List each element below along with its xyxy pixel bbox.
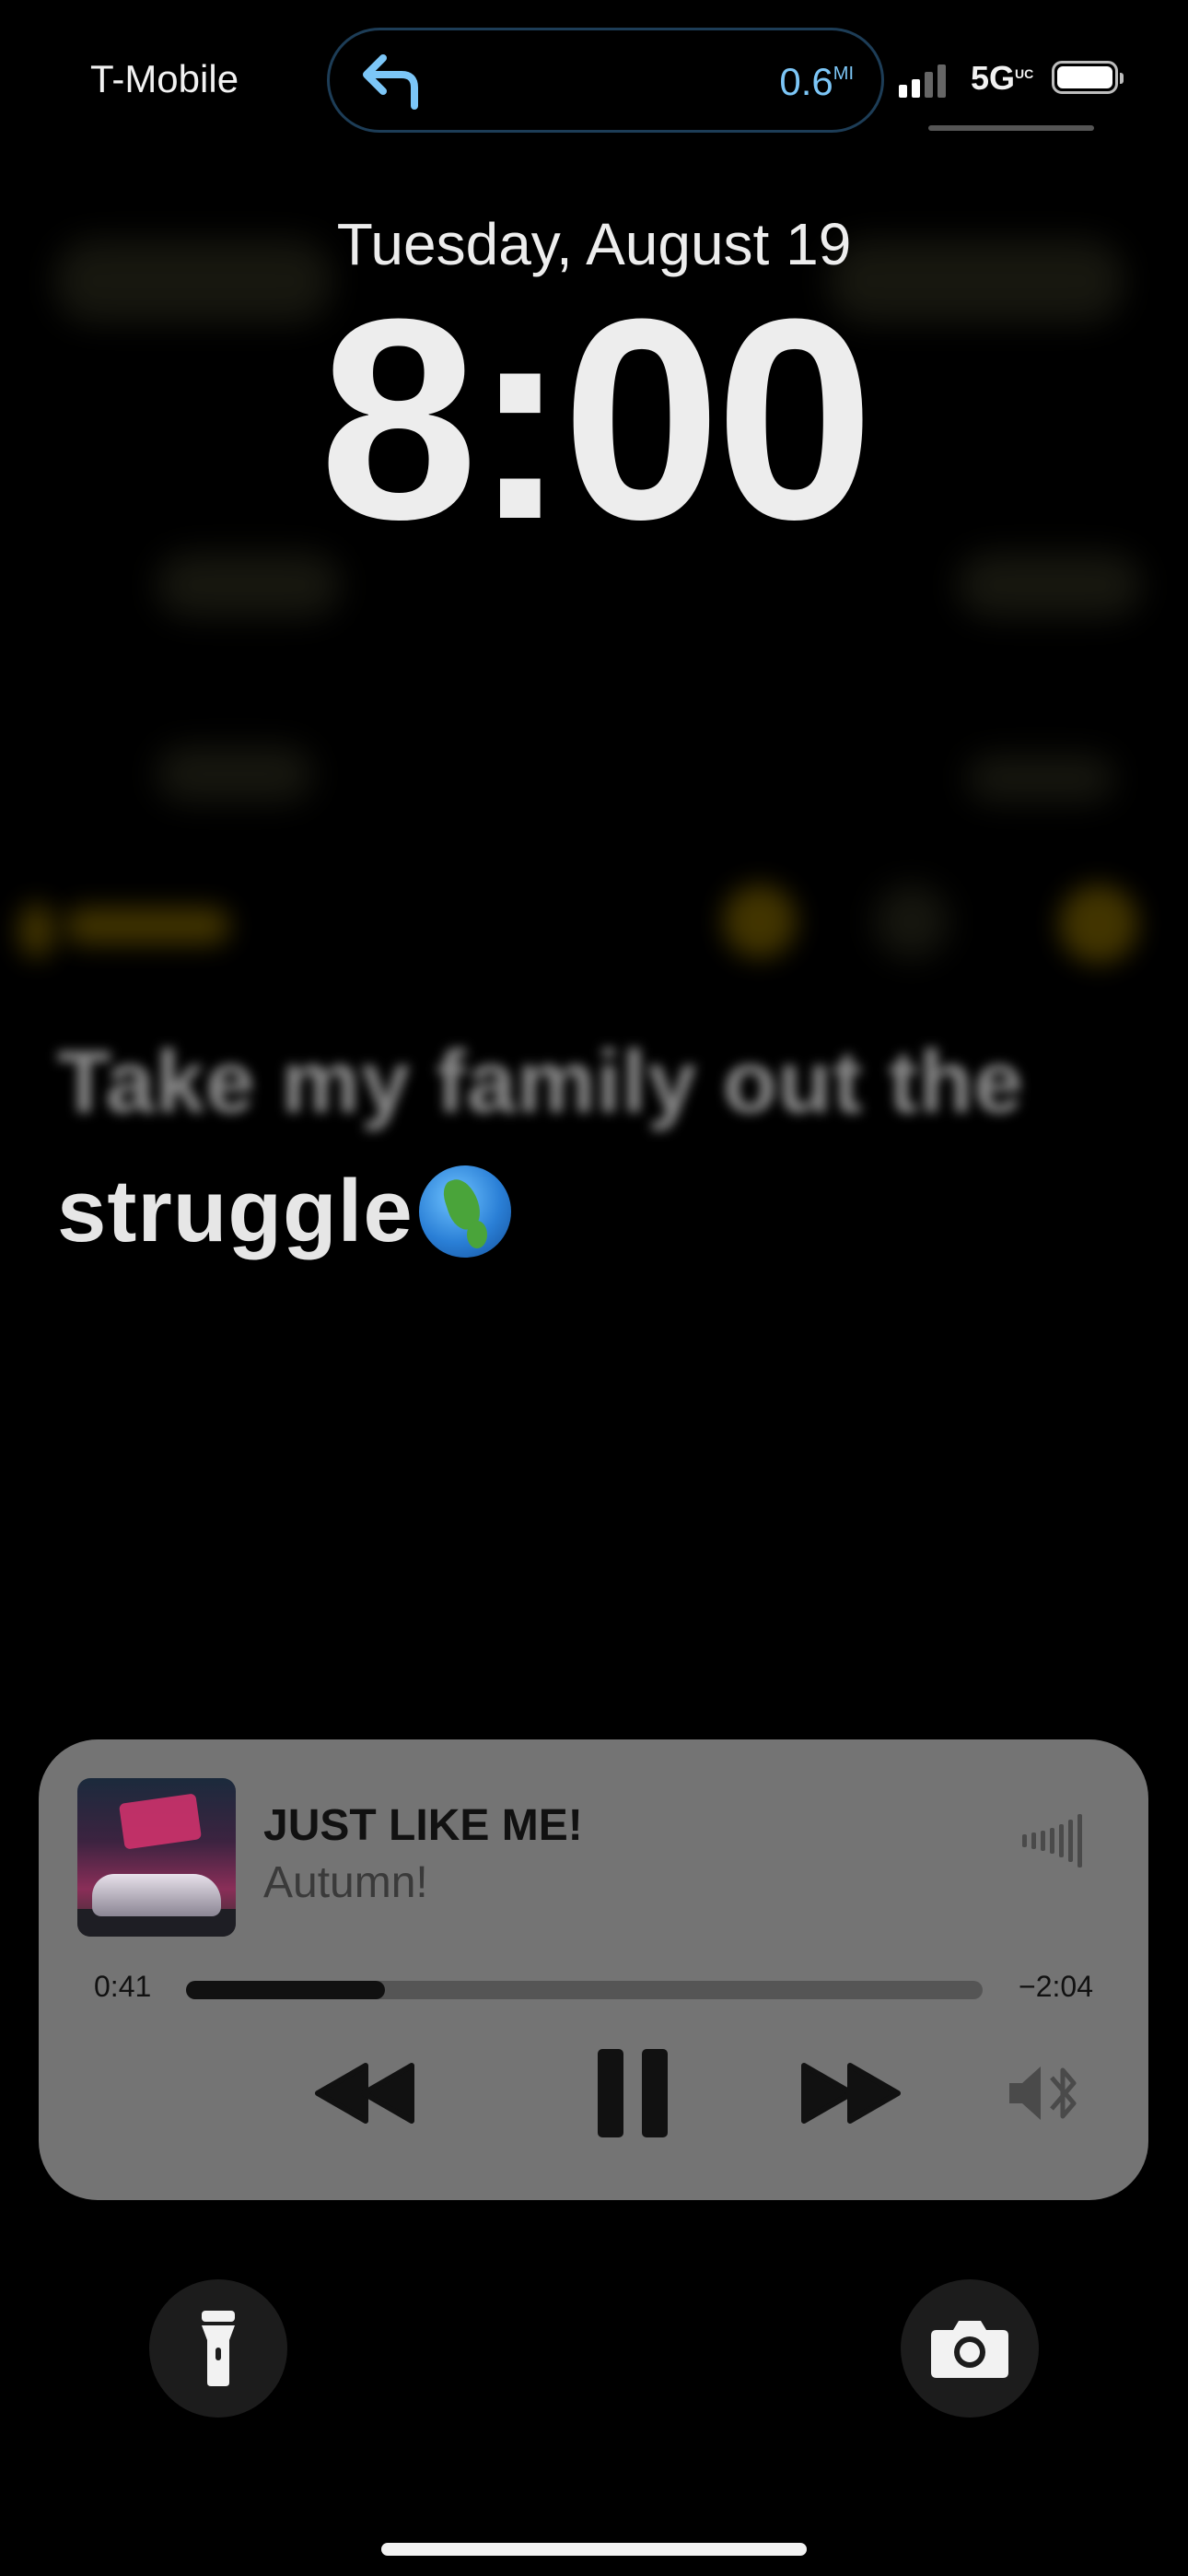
lyric-line-current: struggle bbox=[57, 1161, 511, 1262]
fast-forward-icon bbox=[801, 2063, 901, 2124]
elapsed-time: 0:41 bbox=[94, 1970, 152, 2003]
globe-americas-icon bbox=[418, 1165, 511, 1258]
album-artwork[interactable] bbox=[77, 1778, 236, 1937]
navigation-live-activity[interactable]: 0.6MI bbox=[327, 28, 884, 133]
audio-waveform-icon[interactable] bbox=[1022, 1813, 1082, 1868]
flashlight-icon bbox=[202, 2311, 235, 2386]
camera-icon bbox=[931, 2321, 1008, 2378]
lyric-line-blurred: Take my family out the bbox=[57, 1033, 1024, 1131]
camera-button[interactable] bbox=[901, 2279, 1039, 2418]
lyric-text: struggle bbox=[57, 1162, 413, 1260]
song-title: JUST LIKE ME! bbox=[263, 1801, 583, 1850]
network-label: 5G bbox=[971, 59, 1016, 97]
carrier-label: T-Mobile bbox=[90, 57, 239, 100]
song-artist: Autumn! bbox=[263, 1858, 428, 1907]
cellular-signal-icon bbox=[899, 64, 946, 98]
remaining-time: −2:04 bbox=[1019, 1970, 1093, 2003]
status-divider bbox=[928, 125, 1094, 131]
battery-icon bbox=[1052, 61, 1124, 94]
rewind-button[interactable] bbox=[297, 2047, 435, 2139]
fast-forward-button[interactable] bbox=[781, 2047, 919, 2139]
pause-icon bbox=[598, 2049, 668, 2137]
playback-scrubber[interactable] bbox=[186, 1981, 983, 1999]
home-indicator[interactable] bbox=[381, 2543, 807, 2556]
playback-progress-fill bbox=[186, 1981, 386, 1999]
now-playing-widget[interactable]: JUST LIKE ME! Autumn! 0:41 −2:04 bbox=[39, 1739, 1148, 2200]
distance-readout: 0.6MI bbox=[779, 60, 854, 104]
distance-value: 0.6 bbox=[779, 60, 833, 103]
audio-output-button[interactable] bbox=[996, 2047, 1098, 2139]
bluetooth-speaker-icon bbox=[1009, 2067, 1077, 2120]
lock-screen-time: 8:00 bbox=[319, 259, 874, 579]
flashlight-button[interactable] bbox=[149, 2279, 287, 2418]
rewind-icon bbox=[315, 2063, 414, 2124]
network-suffix: UC bbox=[1015, 66, 1034, 81]
pause-button[interactable] bbox=[564, 2047, 702, 2139]
turn-left-arrow-icon bbox=[363, 54, 418, 110]
network-type: 5GUC bbox=[971, 59, 1033, 98]
distance-unit: MI bbox=[833, 64, 854, 84]
